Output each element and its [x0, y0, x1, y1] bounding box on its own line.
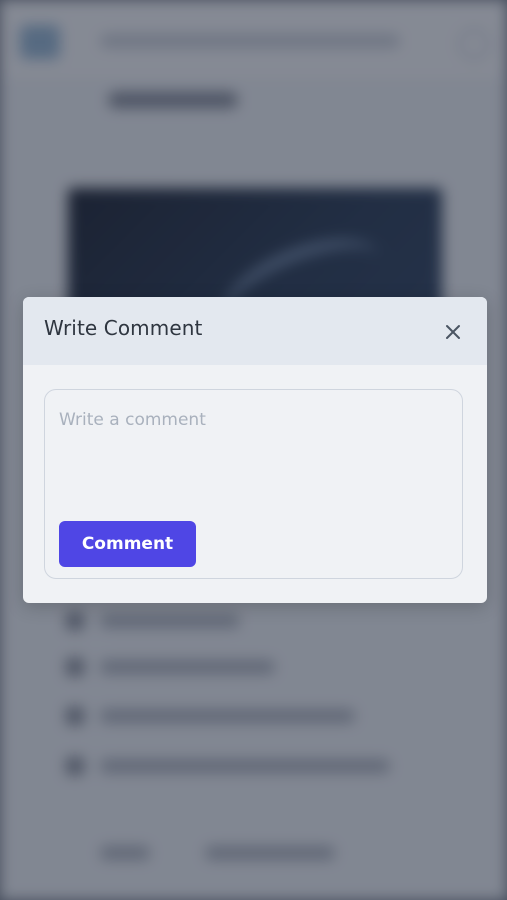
comment-submit-button[interactable]: Comment: [59, 521, 196, 567]
modal-title: Write Comment: [44, 316, 203, 340]
comment-input[interactable]: [59, 410, 444, 500]
close-icon: [446, 325, 460, 339]
close-button[interactable]: [440, 319, 466, 345]
write-comment-modal: Write Comment Comment: [23, 297, 487, 603]
page: Write Comment Comment: [0, 0, 507, 900]
modal-header: Write Comment: [23, 297, 487, 365]
comment-box: Comment: [44, 389, 463, 579]
